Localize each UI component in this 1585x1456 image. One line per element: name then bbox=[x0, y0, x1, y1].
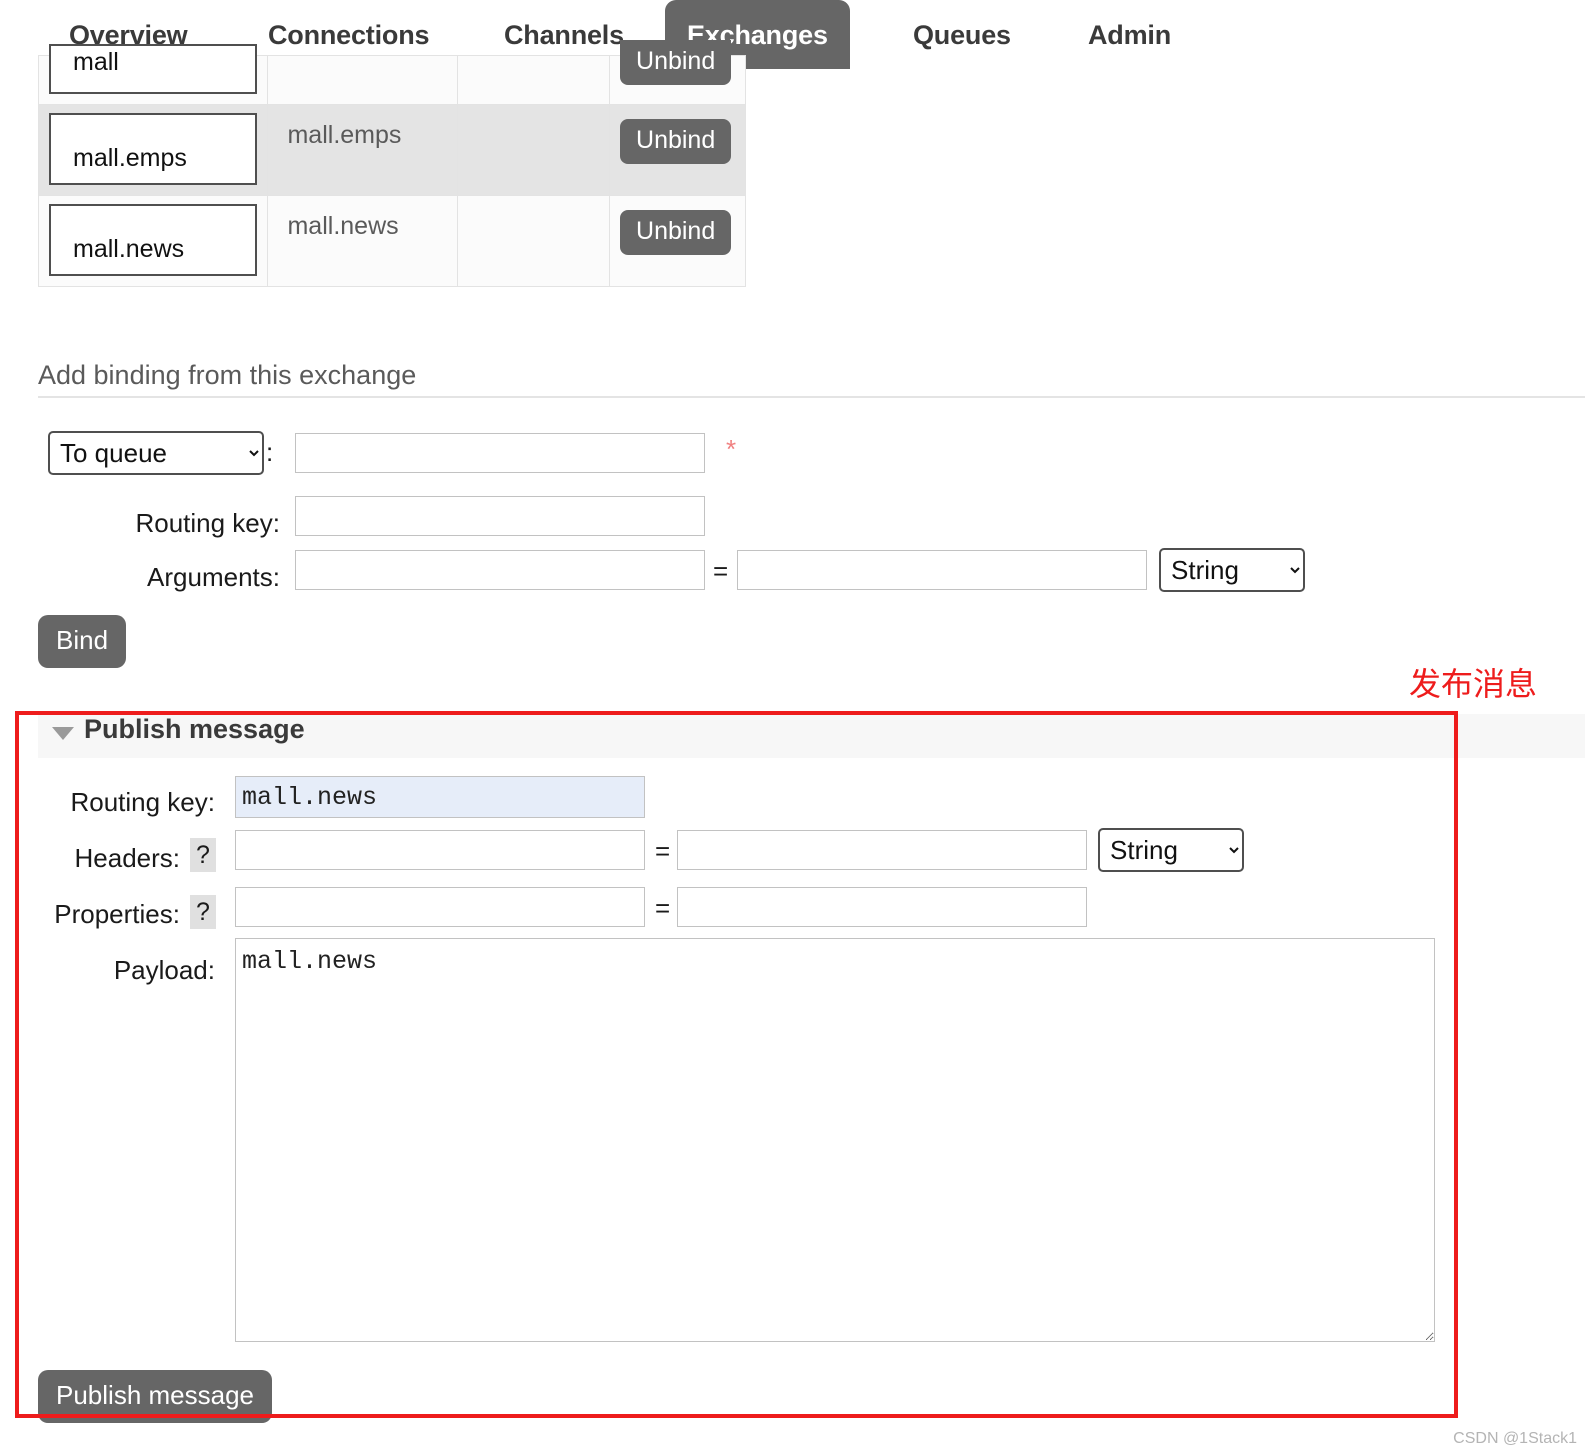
nav-tab-admin[interactable]: Admin bbox=[1074, 8, 1185, 63]
binding-arguments-key-input[interactable] bbox=[295, 550, 705, 590]
publish-headers-value-input[interactable] bbox=[677, 830, 1087, 870]
binding-destination-link[interactable]: mall.emps bbox=[49, 113, 258, 185]
publish-message-button[interactable]: Publish message bbox=[38, 1370, 272, 1423]
publish-routing-key-input[interactable] bbox=[235, 776, 645, 818]
required-marker: * bbox=[726, 434, 737, 464]
nav-tab-queues[interactable]: Queues bbox=[899, 8, 1025, 63]
binding-arguments bbox=[458, 196, 609, 212]
publish-properties-key-input[interactable] bbox=[235, 887, 645, 927]
unbind-button[interactable]: Unbind bbox=[620, 40, 732, 85]
publish-headers-type-select[interactable]: String bbox=[1098, 828, 1244, 872]
binding-destination-link[interactable]: mall bbox=[49, 44, 258, 94]
binding-destination-input[interactable] bbox=[295, 433, 705, 473]
arguments-equals-sign: = bbox=[713, 556, 729, 586]
publish-routing-key-label: Routing key: bbox=[70, 787, 215, 817]
binding-arguments-value-input[interactable] bbox=[737, 550, 1147, 590]
binding-routing-key: mall.news bbox=[287, 212, 399, 240]
publish-panel-title: Publish message bbox=[84, 714, 305, 744]
destination-colon: : bbox=[266, 437, 274, 467]
binding-arguments bbox=[458, 105, 609, 121]
binding-routing-key-label: Routing key: bbox=[135, 508, 280, 538]
publish-payload-label: Payload: bbox=[113, 955, 215, 985]
headers-equals-sign: = bbox=[655, 836, 671, 866]
binding-routing-key: mall.emps bbox=[287, 121, 402, 149]
binding-arguments-type-select[interactable]: String bbox=[1159, 548, 1305, 592]
table-row[interactable]: mall.emps mall.emps Unbind bbox=[37, 104, 746, 196]
publish-payload-textarea[interactable]: mall.news bbox=[235, 938, 1435, 1342]
publish-headers-key-input[interactable] bbox=[235, 830, 645, 870]
headers-help-icon[interactable]: ? bbox=[190, 838, 216, 872]
binding-arguments-label: Arguments: bbox=[147, 562, 280, 592]
table-row[interactable]: mall.news mall.news Unbind bbox=[37, 195, 746, 287]
binding-destination-link[interactable]: mall.news bbox=[49, 204, 258, 276]
publish-headers-label: Headers: bbox=[74, 843, 181, 873]
binding-routing-key-input[interactable] bbox=[295, 496, 705, 536]
publish-properties-value-input[interactable] bbox=[677, 887, 1087, 927]
binding-arguments bbox=[458, 56, 609, 72]
bind-button[interactable]: Bind bbox=[38, 615, 127, 668]
table-row[interactable]: mall Unbind bbox=[37, 40, 746, 105]
properties-equals-sign: = bbox=[655, 893, 671, 923]
unbind-button[interactable]: Unbind bbox=[620, 210, 732, 255]
binding-destination-type-select[interactable]: To queue bbox=[48, 431, 264, 475]
bindings-table: mall Unbind mall.emps mall.emps Unbind m… bbox=[37, 40, 746, 287]
section-divider bbox=[38, 396, 1585, 398]
properties-help-icon[interactable]: ? bbox=[190, 895, 216, 929]
binding-routing-key bbox=[268, 56, 457, 72]
chevron-down-icon[interactable] bbox=[52, 727, 74, 740]
publish-properties-label: Properties: bbox=[54, 899, 180, 929]
unbind-button[interactable]: Unbind bbox=[620, 119, 732, 164]
add-binding-title: Add binding from this exchange bbox=[38, 360, 417, 390]
watermark: CSDN @1Stack1 bbox=[1453, 1430, 1577, 1447]
publish-annotation-label: 发布消息 bbox=[1409, 666, 1538, 702]
